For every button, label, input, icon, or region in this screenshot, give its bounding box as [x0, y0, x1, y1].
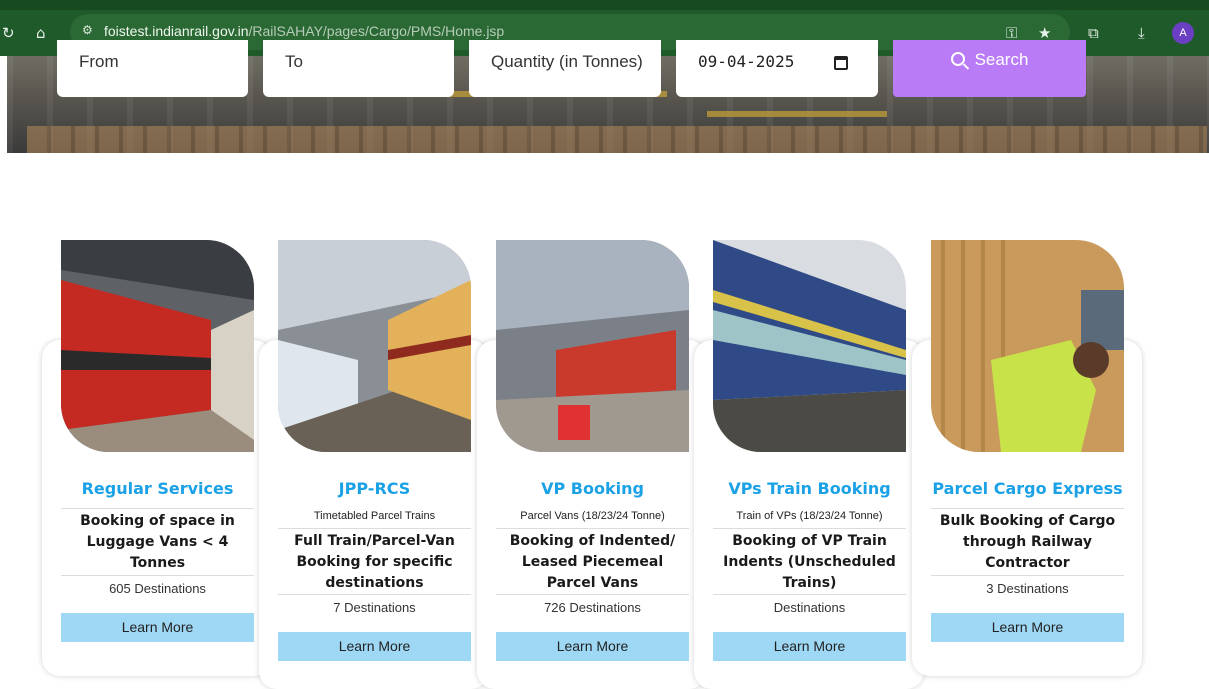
- card-description: Booking of VP Train Indents (Unscheduled…: [713, 528, 906, 594]
- card-subtitle: Train of VPs (18/23/24 Tonne): [736, 510, 883, 522]
- learn-more-button[interactable]: Learn More: [496, 632, 689, 661]
- card-description: Full Train/Parcel-Van Booking for specif…: [278, 528, 471, 594]
- card-description: Booking of space in Luggage Vans < 4 Ton…: [61, 508, 254, 574]
- search-button[interactable]: Search: [893, 40, 1086, 97]
- calendar-icon[interactable]: [834, 56, 848, 70]
- learn-more-button[interactable]: Learn More: [278, 632, 471, 661]
- card-image: [61, 240, 254, 452]
- to-input[interactable]: To: [263, 40, 454, 97]
- hero-boxes: [27, 126, 1207, 153]
- learn-more-button[interactable]: Learn More: [931, 613, 1124, 642]
- card-image: [278, 240, 471, 452]
- date-value: 09-04-2025: [698, 52, 795, 71]
- card-title: VP Booking: [541, 479, 644, 498]
- from-input[interactable]: From: [57, 40, 248, 97]
- extensions-icon[interactable]: ⧉: [1088, 22, 1099, 44]
- download-icon[interactable]: ⤓: [1138, 22, 1145, 44]
- card-subtitle: Timetabled Parcel Trains: [313, 510, 436, 522]
- card-description: Booking of Indented/ Leased Piecemeal Pa…: [496, 528, 689, 594]
- search-label: Search: [974, 50, 1029, 69]
- card-destinations: 3 Destinations: [931, 575, 1124, 596]
- date-input[interactable]: 09-04-2025: [676, 40, 878, 97]
- card-title: Regular Services: [81, 479, 234, 498]
- home-icon[interactable]: ⌂: [36, 22, 46, 44]
- quantity-input[interactable]: Quantity (in Tonnes): [469, 40, 661, 97]
- card-destinations: Destinations: [713, 594, 906, 615]
- url-path: /RailSAHAY/pages/Cargo/PMS/Home.jsp: [248, 23, 505, 39]
- card-title: Parcel Cargo Express: [932, 479, 1123, 498]
- card-destinations: 7 Destinations: [278, 594, 471, 615]
- search-icon: [950, 52, 965, 66]
- reload-icon[interactable]: ↻: [2, 22, 15, 44]
- card-description: Bulk Booking of Cargo through Railway Co…: [931, 508, 1124, 574]
- card-title: VPs Train Booking: [728, 479, 891, 498]
- profile-avatar[interactable]: A: [1172, 22, 1194, 44]
- tab-strip: [0, 0, 1209, 10]
- hero-beam: [707, 111, 887, 117]
- url-text: foistest.indianrail.gov.in/RailSAHAY/pag…: [104, 23, 504, 39]
- card-image: [931, 240, 1124, 452]
- card-destinations: 605 Destinations: [61, 575, 254, 596]
- card-destinations: 726 Destinations: [496, 594, 689, 615]
- card-title: JPP-RCS: [338, 479, 411, 498]
- learn-more-button[interactable]: Learn More: [713, 632, 906, 661]
- card-image: [496, 240, 689, 452]
- card-image: [713, 240, 906, 452]
- card-subtitle: Parcel Vans (18/23/24 Tonne): [520, 510, 665, 522]
- url-host: foistest.indianrail.gov.in: [104, 23, 249, 39]
- learn-more-button[interactable]: Learn More: [61, 613, 254, 642]
- site-settings-icon[interactable]: ⚙: [82, 23, 93, 37]
